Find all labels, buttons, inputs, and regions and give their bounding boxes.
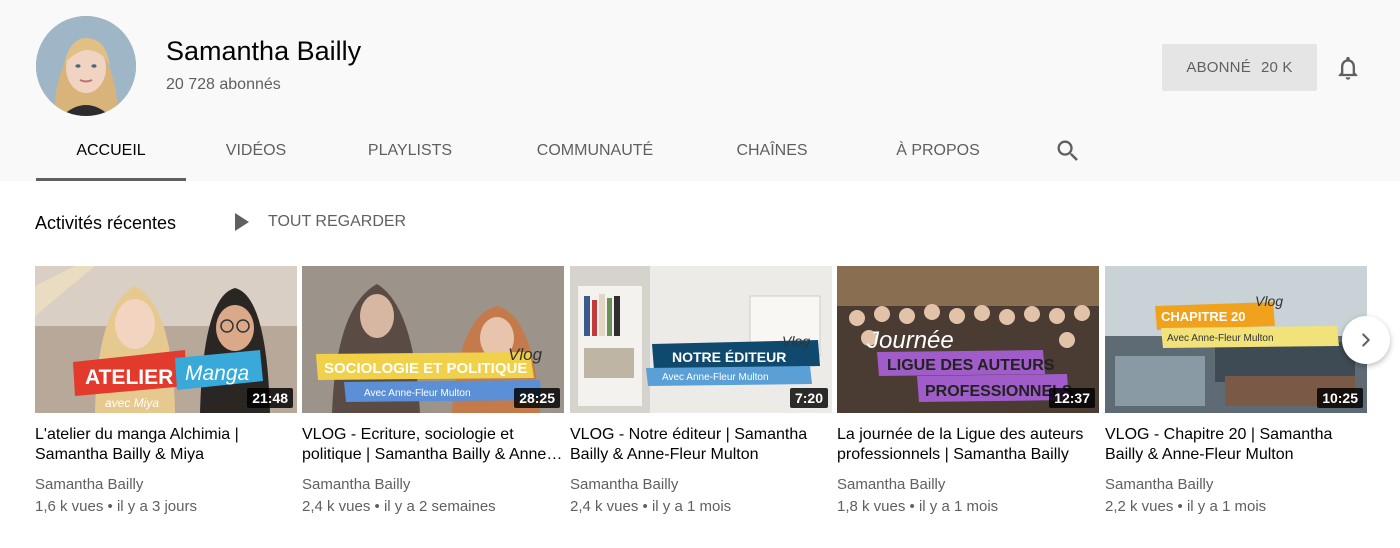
thumbnail-text: Avec Anne-Fleur Multon: [1167, 333, 1274, 344]
thumbnail-text: LIGUE DES AUTEURS: [887, 357, 1055, 374]
video-thumbnail[interactable]: CHAPITRE 20 Vlog Avec Anne-Fleur Multon …: [1105, 266, 1367, 413]
video-title[interactable]: La journée de la Ligue des auteurs profe…: [837, 425, 1099, 465]
play-icon: [235, 213, 249, 231]
video-duration: 10:25: [1317, 388, 1363, 408]
next-button[interactable]: [1342, 316, 1390, 364]
thumbnail-text: Vlog: [508, 345, 543, 364]
thumbnail-text: Vlog: [782, 333, 810, 349]
video-title[interactable]: VLOG - Ecriture, sociologie et politique…: [302, 425, 564, 465]
subscribed-label: ABONNÉ: [1186, 59, 1251, 76]
video-title[interactable]: VLOG - Notre éditeur | Samantha Bailly &…: [570, 425, 832, 465]
search-icon[interactable]: [1054, 137, 1082, 165]
thumbnail-text: ATELIER: [85, 366, 173, 389]
video-thumbnail[interactable]: NOTRE ÉDITEUR Vlog Avec Anne-Fleur Multo…: [570, 266, 832, 413]
video-channel[interactable]: Samantha Bailly: [1105, 475, 1367, 495]
video-thumbnail[interactable]: Journée LIGUE DES AUTEURS PROFESSIONNELS…: [837, 266, 1099, 413]
video-duration: 21:48: [247, 388, 293, 408]
play-all-button[interactable]: TOUT REGARDER: [232, 213, 406, 231]
tab-playlists[interactable]: PLAYLISTS: [326, 128, 494, 181]
video-thumbnail[interactable]: ATELIER Manga avec Miya 21:48: [35, 266, 297, 413]
video-meta: 1,6 k vues • il y a 3 jours: [35, 498, 197, 515]
bell-icon[interactable]: [1334, 54, 1362, 82]
video-card[interactable]: CHAPITRE 20 Vlog Avec Anne-Fleur Multon …: [1105, 266, 1367, 517]
thumbnail-text: NOTRE ÉDITEUR: [672, 349, 786, 365]
video-channel[interactable]: Samantha Bailly: [35, 475, 297, 495]
tab-community[interactable]: COMMUNAUTÉ: [494, 128, 696, 181]
subscribed-button[interactable]: ABONNÉ 20 K: [1162, 44, 1317, 91]
video-title[interactable]: VLOG - Chapitre 20 | Samantha Bailly & A…: [1105, 425, 1367, 465]
video-duration: 7:20: [789, 388, 828, 408]
video-channel[interactable]: Samantha Bailly: [837, 475, 1099, 495]
chevron-right-icon: [1362, 333, 1370, 347]
thumbnail-text: SOCIOLOGIE ET POLITIQUE: [324, 360, 527, 377]
video-thumbnail[interactable]: SOCIOLOGIE ET POLITIQUE Vlog Avec Anne-F…: [302, 266, 564, 413]
channel-header: Samantha Bailly 20 728 abonnés ABONNÉ 20…: [0, 0, 1400, 181]
thumbnail-text: Journée: [866, 327, 954, 354]
video-card[interactable]: NOTRE ÉDITEUR Vlog Avec Anne-Fleur Multo…: [570, 266, 832, 517]
video-title[interactable]: L'atelier du manga Alchimia | Samantha B…: [35, 425, 297, 465]
video-meta: 2,4 k vues • il y a 1 mois: [570, 498, 732, 515]
subscribed-count: 20 K: [1260, 59, 1293, 76]
thumbnail-text: avec Miya: [105, 396, 159, 410]
video-card[interactable]: SOCIOLOGIE ET POLITIQUE Vlog Avec Anne-F…: [302, 266, 564, 517]
thumbnail-text: Vlog: [1255, 293, 1283, 309]
video-duration: 28:25: [514, 388, 560, 408]
thumbnail-text: Avec Anne-Fleur Multon: [364, 388, 471, 399]
video-channel[interactable]: Samantha Bailly: [302, 475, 564, 495]
tab-about[interactable]: À PROPOS: [848, 128, 1028, 181]
video-duration: 12:37: [1049, 388, 1095, 408]
subscriber-count: 20 728 abonnés: [166, 76, 281, 93]
video-meta: 2,4 k vues • il y a 2 semaines: [302, 498, 496, 515]
thumbnail-text: CHAPITRE 20: [1161, 309, 1246, 324]
video-meta: 2,2 k vues • il y a 1 mois: [1105, 498, 1267, 515]
tab-videos[interactable]: VIDÉOS: [186, 128, 326, 181]
thumbnail-text: Avec Anne-Fleur Multon: [662, 372, 769, 383]
avatar-portrait-image: [36, 16, 136, 116]
channel-name: Samantha Bailly: [166, 36, 362, 66]
video-card[interactable]: ATELIER Manga avec Miya 21:48 L'atelier …: [35, 266, 297, 517]
tab-channels[interactable]: CHAÎNES: [696, 128, 848, 181]
thumbnail-text: Manga: [185, 362, 249, 385]
tab-home[interactable]: ACCUEIL: [36, 128, 186, 181]
section-title: Activités récentes: [35, 213, 177, 233]
channel-avatar[interactable]: [36, 16, 136, 116]
channel-tabs: ACCUEIL VIDÉOS PLAYLISTS COMMUNAUTÉ CHAÎ…: [36, 128, 1028, 181]
video-channel[interactable]: Samantha Bailly: [570, 475, 832, 495]
play-all-label: TOUT REGARDER: [268, 213, 407, 230]
video-card[interactable]: Journée LIGUE DES AUTEURS PROFESSIONNELS…: [837, 266, 1099, 517]
video-meta: 1,8 k vues • il y a 1 mois: [837, 498, 999, 515]
